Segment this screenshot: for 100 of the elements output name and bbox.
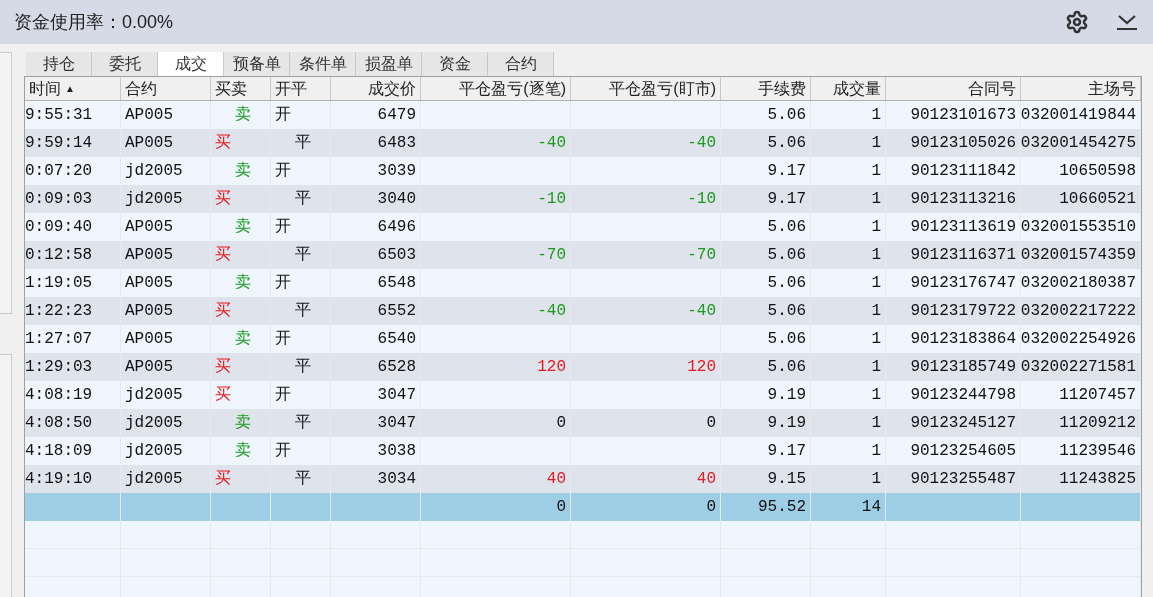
chevron-down-icon[interactable] bbox=[1115, 12, 1139, 32]
quantity-cell-text: 1 bbox=[871, 441, 881, 462]
time-cell-text: 4:18:09 bbox=[25, 441, 93, 462]
side-cell-text: 买 bbox=[214, 469, 231, 490]
time-cell-text: 9:59:14 bbox=[25, 133, 93, 154]
quantity-cell-text: 1 bbox=[871, 329, 881, 350]
order-number-cell-text: 90123244798 bbox=[910, 385, 1016, 406]
fee-cell-text: 5.06 bbox=[767, 105, 806, 126]
order-number-cell-text: 90123111842 bbox=[910, 161, 1016, 182]
side-cell-text: 买 bbox=[214, 133, 231, 154]
order-number-cell-text: 90123105026 bbox=[910, 133, 1016, 154]
offset-cell-text: 开 bbox=[274, 161, 291, 182]
exchange-number-cell-text: 11239546 bbox=[1059, 441, 1136, 462]
price-cell-text: 3034 bbox=[377, 469, 416, 490]
exchange-number-cell-text: 032001419844 bbox=[1021, 105, 1136, 126]
price-cell-text: 3040 bbox=[377, 189, 416, 210]
tab[interactable]: 合约 bbox=[488, 52, 554, 76]
price-cell-text: 6483 bbox=[377, 133, 416, 154]
offset-cell-text: 平 bbox=[294, 133, 311, 154]
offset-cell-text: 平 bbox=[294, 413, 311, 434]
tab[interactable]: 委托 bbox=[92, 52, 158, 76]
pnl-cell-text: 0 bbox=[556, 413, 566, 434]
side-cell-text: 买 bbox=[214, 245, 231, 266]
tab[interactable]: 预备单 bbox=[224, 52, 290, 76]
contract-cell-text: AP005 bbox=[124, 357, 173, 378]
offset-cell-text: 开 bbox=[274, 441, 291, 462]
tab[interactable]: 损盈单 bbox=[356, 52, 422, 76]
quantity-cell-text: 1 bbox=[871, 217, 881, 238]
order-number-cell-text: 90123185749 bbox=[910, 357, 1016, 378]
time-cell-text: 4:08:50 bbox=[25, 413, 93, 434]
offset-cell-text: 平 bbox=[294, 189, 311, 210]
fee-cell-text: 9.17 bbox=[767, 189, 806, 210]
fee-cell-text: 5.06 bbox=[767, 301, 806, 322]
price-cell-text: 6548 bbox=[377, 273, 416, 294]
order-number-cell-text: 90123254605 bbox=[910, 441, 1016, 462]
tab[interactable]: 资金 bbox=[422, 52, 488, 76]
side-cell-text: 卖 bbox=[234, 273, 251, 294]
side-cell-text: 买 bbox=[214, 357, 231, 378]
total-cell-text: 14 bbox=[861, 497, 881, 518]
quantity-cell-text: 1 bbox=[871, 413, 881, 434]
exchange-number-cell-text: 032002180387 bbox=[1021, 273, 1136, 294]
column-header[interactable]: 手续费 bbox=[758, 77, 806, 101]
tab[interactable]: 条件单 bbox=[290, 52, 356, 76]
order-number-cell-text: 90123101673 bbox=[910, 105, 1016, 126]
sort-icon: ▲ bbox=[65, 81, 75, 96]
time-cell-text: 0:07:20 bbox=[25, 161, 93, 182]
fee-cell-text: 9.15 bbox=[767, 469, 806, 490]
exchange-number-cell-text: 032002254926 bbox=[1021, 329, 1136, 350]
pnl-cell-text: -70 bbox=[687, 245, 716, 266]
time-cell-text: 0:12:58 bbox=[25, 245, 93, 266]
column-header[interactable]: 主场号 bbox=[1088, 77, 1136, 101]
contract-cell-text: AP005 bbox=[124, 329, 173, 350]
contract-cell-text: jd2005 bbox=[124, 189, 183, 210]
column-header[interactable]: 平仓盈亏(逐笔) bbox=[459, 77, 566, 101]
pnl-cell-text: 40 bbox=[696, 469, 716, 490]
tab[interactable]: 持仓 bbox=[26, 52, 92, 76]
tab[interactable]: 成交 bbox=[158, 52, 224, 76]
fee-cell-text: 9.19 bbox=[767, 413, 806, 434]
price-cell-text: 3039 bbox=[377, 161, 416, 182]
price-cell-text: 6503 bbox=[377, 245, 416, 266]
fee-cell-text: 5.06 bbox=[767, 329, 806, 350]
column-header[interactable]: 合同号 bbox=[968, 77, 1016, 101]
quantity-cell-text: 1 bbox=[871, 385, 881, 406]
quantity-cell-text: 1 bbox=[871, 357, 881, 378]
exchange-number-cell-text: 11243825 bbox=[1059, 469, 1136, 490]
contract-cell-text: AP005 bbox=[124, 301, 173, 322]
time-cell-text: 1:29:03 bbox=[25, 357, 93, 378]
column-header[interactable]: 买卖 bbox=[215, 77, 247, 101]
order-number-cell-text: 90123116371 bbox=[910, 245, 1016, 266]
side-cell-text: 卖 bbox=[234, 217, 251, 238]
fund-usage-value: 0.00% bbox=[122, 10, 174, 34]
order-number-cell-text: 90123113216 bbox=[910, 189, 1016, 210]
column-header[interactable]: 开平 bbox=[275, 77, 307, 101]
price-cell-text: 6496 bbox=[377, 217, 416, 238]
contract-cell-text: AP005 bbox=[124, 245, 173, 266]
order-number-cell-text: 90123245127 bbox=[910, 413, 1016, 434]
offset-cell-text: 平 bbox=[294, 245, 311, 266]
order-number-cell-text: 90123179722 bbox=[910, 301, 1016, 322]
quantity-cell-text: 1 bbox=[871, 301, 881, 322]
settings-icon[interactable] bbox=[1065, 10, 1089, 34]
side-cell-text: 买 bbox=[214, 385, 231, 406]
column-header[interactable]: 成交价 bbox=[368, 77, 416, 101]
order-number-cell-text: 90123113619 bbox=[910, 217, 1016, 238]
side-cell-text: 卖 bbox=[234, 105, 251, 126]
price-cell-text: 3047 bbox=[377, 385, 416, 406]
fee-cell-text: 5.06 bbox=[767, 217, 806, 238]
side-cell-text: 卖 bbox=[234, 161, 251, 182]
column-header[interactable]: 合约 bbox=[125, 77, 157, 101]
quantity-cell-text: 1 bbox=[871, 245, 881, 266]
fee-cell-text: 5.06 bbox=[767, 357, 806, 378]
column-header[interactable]: 平仓盈亏(盯市) bbox=[609, 77, 716, 101]
time-cell-text: 1:19:05 bbox=[25, 273, 93, 294]
column-header[interactable]: 成交量 bbox=[833, 77, 881, 101]
side-cell-text: 买 bbox=[214, 189, 231, 210]
column-header[interactable]: 时间 bbox=[29, 77, 61, 101]
pnl-cell-text: 0 bbox=[706, 413, 716, 434]
contract-cell-text: jd2005 bbox=[124, 413, 183, 434]
quantity-cell-text: 1 bbox=[871, 133, 881, 154]
quantity-cell-text: 1 bbox=[871, 161, 881, 182]
total-cell-text: 0 bbox=[556, 497, 566, 518]
